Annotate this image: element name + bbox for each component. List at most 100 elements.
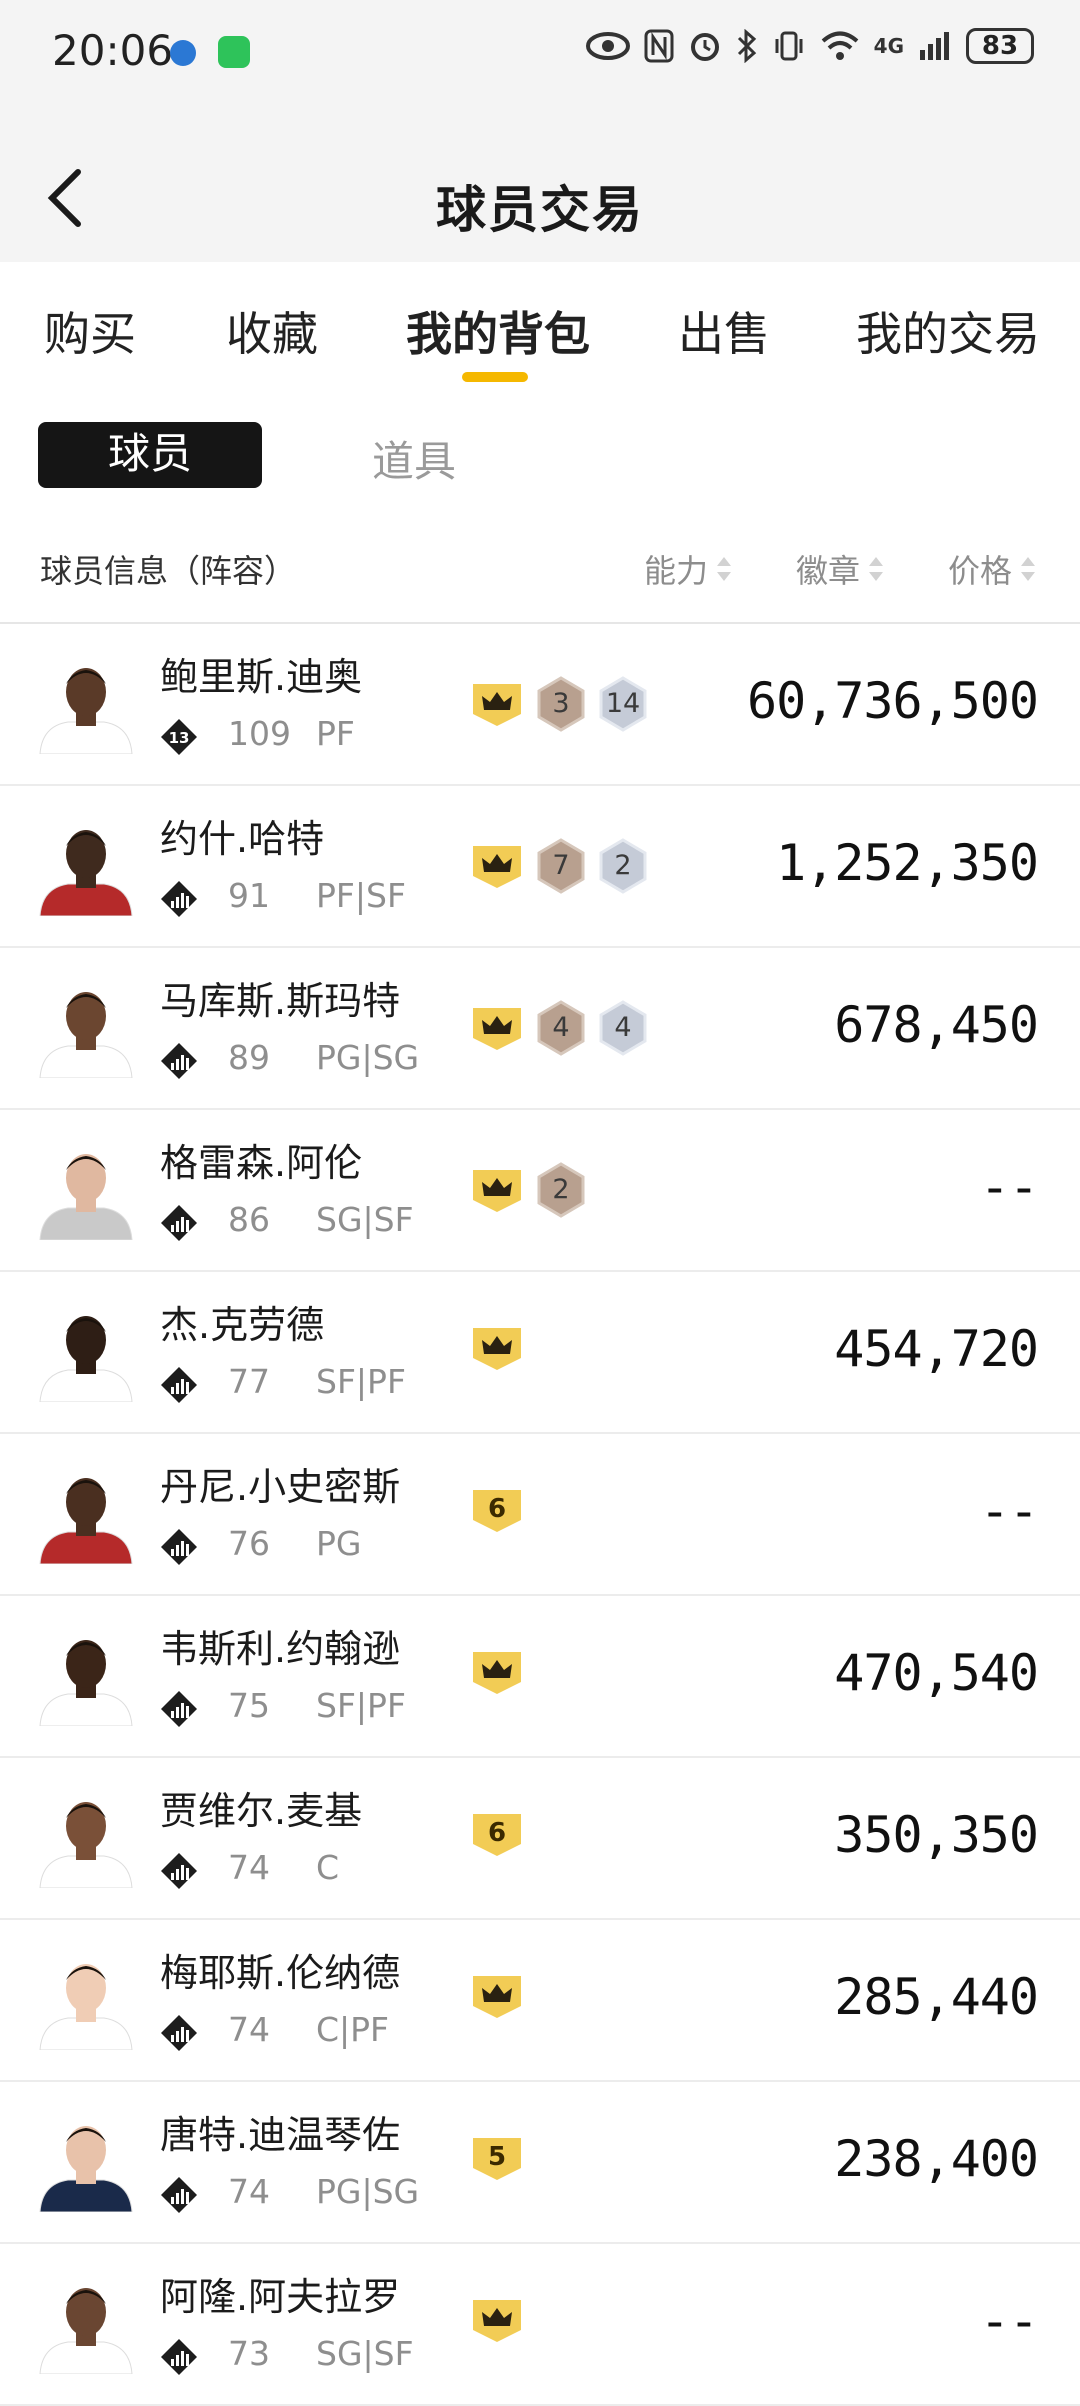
badge-group	[470, 1324, 524, 1372]
player-position: PG|SG	[316, 2172, 420, 2211]
battery-level: 83	[966, 28, 1034, 64]
wechat-icon	[218, 36, 250, 68]
badge-group	[470, 2296, 524, 2344]
header-badge: 徽章	[796, 552, 861, 590]
player-row[interactable]: 鲍里斯.迪奥 13 109 PF 3 14 60,736,500	[0, 624, 1080, 786]
player-row[interactable]: 唐特.迪温琴佐 74 PG|SG 5 238,400	[0, 2082, 1080, 2244]
player-rating: 76	[228, 1524, 270, 1563]
player-name: 格雷森.阿伦	[160, 1141, 363, 1185]
sort-icon	[868, 556, 884, 582]
bronze-badge-icon: 7	[536, 838, 586, 894]
silver-badge-icon: 2	[598, 838, 648, 894]
tab-favorites[interactable]: 收藏	[226, 298, 318, 364]
player-name: 约什.哈特	[160, 817, 325, 861]
player-row[interactable]: 丹尼.小史密斯 76 PG 6 --	[0, 1434, 1080, 1596]
player-row[interactable]: 韦斯利.约翰逊 75 SF|PF 470,540	[0, 1596, 1080, 1758]
player-rating: 91	[228, 876, 270, 915]
player-rating: 74	[228, 2172, 270, 2211]
sort-icon	[1020, 556, 1036, 582]
bronze-badge-icon: 3	[536, 676, 586, 732]
player-name: 唐特.迪温琴佐	[160, 2113, 401, 2157]
crown-icon	[470, 1648, 524, 1696]
bronze-badge-count: 7	[552, 850, 570, 881]
bars-icon	[160, 880, 198, 918]
player-price: 60,736,500	[746, 672, 1039, 730]
tab-my-backpack[interactable]: 我的背包	[406, 298, 590, 364]
player-avatar	[38, 2274, 134, 2374]
app-notification-icon	[170, 40, 196, 66]
player-position: PG|SG	[316, 1038, 420, 1077]
player-price: --	[979, 1158, 1039, 1216]
bronze-badge-count: 2	[552, 1174, 570, 1205]
bars-icon	[160, 1528, 198, 1566]
wifi-icon	[821, 31, 858, 60]
tab-bar: 购买 收藏 我的背包 出售 我的交易	[0, 262, 1080, 392]
player-row[interactable]: 贾维尔.麦基 74 C 6 350,350	[0, 1758, 1080, 1920]
player-position: PF|SF	[316, 876, 406, 915]
player-list: 鲍里斯.迪奥 13 109 PF 3 14 60,736,500 约什.哈特 91 PF|SF 7 2…	[0, 624, 1080, 2406]
player-rating: 109	[228, 714, 291, 753]
player-name: 阿隆.阿夫拉罗	[160, 2275, 401, 2319]
level-number: 6	[487, 1494, 507, 1524]
player-avatar	[38, 1140, 134, 1240]
player-price: --	[979, 2292, 1039, 2350]
player-row[interactable]: 杰.克劳德 77 SF|PF 454,720	[0, 1272, 1080, 1434]
level-badge: 5	[470, 2134, 524, 2182]
player-row[interactable]: 约什.哈特 91 PF|SF 7 2 1,252,350	[0, 786, 1080, 948]
player-name: 贾维尔.麦基	[160, 1789, 363, 1833]
player-name: 鲍里斯.迪奥	[160, 655, 363, 699]
bars-icon	[160, 2176, 198, 2214]
tab-buy[interactable]: 购买	[44, 298, 136, 364]
tab-sell[interactable]: 出售	[678, 298, 770, 364]
level-badge: 6	[470, 1486, 524, 1534]
alarm-icon	[690, 33, 719, 61]
player-row[interactable]: 阿隆.阿夫拉罗 73 SG|SF --	[0, 2244, 1080, 2406]
player-avatar	[38, 1464, 134, 1564]
nav-bar: 球员交易	[0, 150, 1080, 250]
sort-badge[interactable]: 徽章	[796, 546, 884, 592]
active-tab-indicator	[462, 372, 528, 382]
bars-icon	[160, 1042, 198, 1080]
badge-group: 3 14	[470, 676, 648, 732]
header-ability: 能力	[644, 552, 709, 590]
player-avatar	[38, 816, 134, 916]
player-row[interactable]: 格雷森.阿伦 86 SG|SF 2 --	[0, 1110, 1080, 1272]
segment-items[interactable]: 道具	[372, 428, 456, 489]
player-avatar	[38, 1788, 134, 1888]
header-player-info: 球员信息（阵容）	[40, 552, 297, 590]
player-name: 梅耶斯.伦纳德	[160, 1951, 401, 1995]
player-position: SF|PF	[316, 1362, 406, 1401]
status-icons: 4G 83	[585, 28, 1034, 64]
player-rating: 74	[228, 1848, 270, 1887]
list-header: 球员信息（阵容） 能力 徽章 价格	[0, 522, 1080, 624]
player-position: SG|SF	[316, 2334, 414, 2373]
player-row[interactable]: 梅耶斯.伦纳德 74 C|PF 285,440	[0, 1920, 1080, 2082]
segment-players[interactable]: 球员	[38, 422, 262, 488]
signal-icon	[920, 32, 949, 60]
player-avatar	[38, 1302, 134, 1402]
segment-control: 球员 道具	[0, 392, 1080, 522]
sort-price[interactable]: 价格	[948, 546, 1036, 592]
player-price: 285,440	[834, 1968, 1039, 2026]
bars-icon	[160, 1690, 198, 1728]
vibrate-icon	[775, 31, 803, 61]
bars-icon	[160, 2014, 198, 2052]
crown-icon	[470, 1324, 524, 1372]
player-rating: 77	[228, 1362, 270, 1401]
top-area: 20:06 4G 83 球员交易	[0, 0, 1080, 262]
badge-group	[470, 1972, 524, 2020]
player-position: C|PF	[316, 2010, 390, 2049]
silver-badge-count: 2	[614, 850, 632, 881]
badge-group	[470, 1648, 524, 1696]
player-price: 454,720	[834, 1320, 1039, 1378]
player-position: SF|PF	[316, 1686, 406, 1725]
tab-my-trades[interactable]: 我的交易	[856, 298, 1040, 364]
player-name: 杰.克劳德	[160, 1303, 325, 1347]
player-row[interactable]: 马库斯.斯玛特 89 PG|SG 4 4 678,450	[0, 948, 1080, 1110]
silver-badge-count: 14	[605, 688, 641, 719]
player-rating: 73	[228, 2334, 270, 2373]
badge-group: 2	[470, 1162, 586, 1218]
sort-ability[interactable]: 能力	[644, 546, 732, 592]
crown-icon	[470, 1004, 524, 1052]
bronze-badge-count: 4	[552, 1012, 570, 1043]
